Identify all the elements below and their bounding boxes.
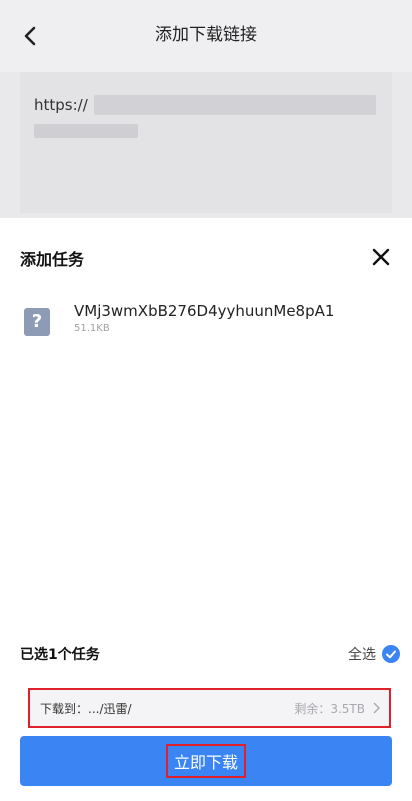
url-redacted-block	[93, 95, 376, 115]
unknown-file-icon: ?	[24, 308, 50, 336]
select-all-toggle[interactable]: 全选	[348, 644, 400, 664]
select-all-label: 全选	[348, 647, 376, 663]
url-text: https://	[34, 96, 88, 114]
download-now-button[interactable]: 立即下载	[20, 736, 392, 786]
add-task-sheet: 添加任务 ? VMj3wmXbB276D4yyhuunMe8pA1 51.1KB…	[0, 218, 412, 801]
selected-count: 已选1个任务	[20, 647, 100, 663]
path-label: 下载到：	[40, 701, 89, 716]
page-title: 添加下载链接	[155, 25, 257, 45]
file-name: VMj3wmXbB276D4yyhuunMe8pA1	[74, 302, 335, 320]
download-path-selector[interactable]: 下载到： .../迅雷/ 剩余：3.5TB	[28, 688, 391, 728]
url-input[interactable]: https://	[20, 72, 392, 213]
check-circle-icon[interactable]	[382, 645, 400, 663]
file-size: 51.1KB	[74, 323, 110, 334]
close-icon[interactable]	[372, 248, 390, 266]
path-value: .../迅雷/	[88, 701, 132, 716]
url-redacted-block-2	[34, 124, 138, 138]
chevron-right-icon	[373, 702, 380, 714]
file-list-item[interactable]: ? VMj3wmXbB276D4yyhuunMe8pA1 51.1KB	[24, 302, 394, 346]
free-space: 剩余：3.5TB	[294, 700, 381, 717]
download-now-label: 立即下载	[165, 744, 246, 778]
free-space-label: 剩余：3.5TB	[294, 701, 365, 716]
top-bar: 添加下载链接	[0, 0, 412, 72]
selection-summary-row: 已选1个任务 全选	[20, 644, 400, 666]
sheet-title: 添加任务	[20, 250, 85, 269]
